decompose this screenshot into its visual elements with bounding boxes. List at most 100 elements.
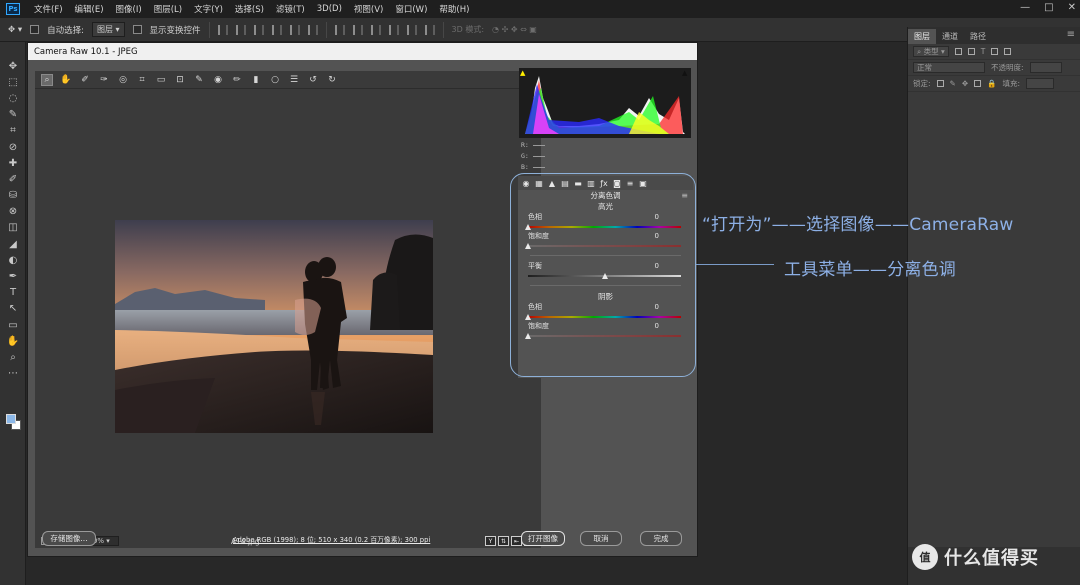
lock-position-icon[interactable]: ✥ bbox=[962, 79, 968, 88]
adjustment-brush-icon[interactable]: ✏ bbox=[231, 74, 243, 86]
distribute-right-icon[interactable] bbox=[424, 24, 435, 35]
eraser-tool-icon[interactable]: ◫ bbox=[0, 220, 26, 236]
white-balance-tool-icon[interactable]: ✐ bbox=[79, 74, 91, 86]
hand-tool-icon[interactable]: ✋ bbox=[60, 74, 72, 86]
red-eye-tool-icon[interactable]: ◉ bbox=[212, 74, 224, 86]
distribute-middle-icon[interactable] bbox=[352, 24, 363, 35]
show-transform-checkbox[interactable] bbox=[132, 25, 142, 34]
preferences-icon[interactable]: ☰ bbox=[288, 74, 300, 86]
shape-filter-icon[interactable] bbox=[991, 48, 999, 55]
close-button[interactable]: ✕ bbox=[1068, 2, 1076, 13]
menu-view[interactable]: 视图(V) bbox=[348, 3, 389, 15]
blend-mode-dropdown[interactable]: 正常 bbox=[913, 62, 985, 73]
targeted-adjustment-tool-icon[interactable]: ◎ bbox=[117, 74, 129, 86]
zoom-tool-icon[interactable]: ⌕ bbox=[0, 349, 26, 365]
clone-stamp-tool-icon[interactable]: ⛁ bbox=[0, 188, 26, 204]
spot-removal-tool-icon[interactable]: ✎ bbox=[193, 74, 205, 86]
menu-image[interactable]: 图像(I) bbox=[110, 3, 148, 15]
healing-brush-tool-icon[interactable]: ✚ bbox=[0, 155, 26, 171]
workflow-options-link[interactable]: Adobe RGB (1998); 8 位; 510 x 340 (0.2 百万… bbox=[233, 534, 430, 544]
menu-filter[interactable]: 滤镜(T) bbox=[270, 3, 311, 15]
eyedropper-tool-icon[interactable]: ⊘ bbox=[0, 139, 26, 155]
align-middle-icon[interactable] bbox=[289, 24, 300, 35]
align-right-icon[interactable] bbox=[253, 24, 264, 35]
type-filter-icon[interactable]: T bbox=[981, 47, 986, 56]
auto-select-checkbox[interactable] bbox=[30, 25, 40, 34]
maximize-button[interactable]: □ bbox=[1044, 2, 1053, 13]
lock-pixels-icon[interactable] bbox=[936, 80, 944, 87]
align-top-icon[interactable] bbox=[271, 24, 282, 35]
graduated-filter-icon[interactable]: ▮ bbox=[250, 74, 262, 86]
minimize-button[interactable]: — bbox=[1020, 2, 1030, 13]
3d-mode-icons[interactable]: ◔ ✣ ✥ ⇔ ▣ bbox=[492, 25, 537, 34]
dodge-tool-icon[interactable]: ◐ bbox=[0, 252, 26, 268]
open-image-button[interactable]: 打开图像 bbox=[521, 531, 565, 546]
transform-tool-icon[interactable]: ⊡ bbox=[174, 74, 186, 86]
move-tool-icon[interactable]: ✥ ▾ bbox=[8, 25, 22, 35]
distribute-left-icon[interactable] bbox=[388, 24, 399, 35]
path-select-tool-icon[interactable]: ↖ bbox=[0, 301, 26, 317]
more-tools-icon[interactable]: ⋯ bbox=[0, 366, 26, 382]
crop-tool-icon[interactable]: ⌗ bbox=[0, 123, 26, 139]
rectangle-tool-icon[interactable]: ▭ bbox=[0, 317, 26, 333]
swap-settings-icon[interactable]: ⇅ bbox=[498, 536, 509, 546]
distribute-center-icon[interactable] bbox=[406, 24, 417, 35]
tab-channels[interactable]: 通道 bbox=[936, 29, 964, 44]
type-tool-icon[interactable]: T bbox=[0, 285, 26, 301]
cancel-button[interactable]: 取消 bbox=[580, 531, 622, 546]
menu-layer[interactable]: 图层(L) bbox=[148, 3, 188, 15]
opacity-input[interactable] bbox=[1029, 62, 1062, 73]
fill-label: 填充: bbox=[1002, 79, 1020, 88]
menu-window[interactable]: 窗口(W) bbox=[389, 3, 433, 15]
menu-help[interactable]: 帮助(H) bbox=[433, 3, 475, 15]
b-value bbox=[532, 162, 545, 168]
history-brush-tool-icon[interactable]: ⊗ bbox=[0, 204, 26, 220]
menu-bar: Ps 文件(F) 编辑(E) 图像(I) 图层(L) 文字(Y) 选择(S) 滤… bbox=[0, 0, 1080, 18]
menu-3d[interactable]: 3D(D) bbox=[311, 4, 348, 14]
gradient-tool-icon[interactable]: ◢ bbox=[0, 236, 26, 252]
tools-panel: ✥ ⬚ ◌ ✎ ⌗ ⊘ ✚ ✐ ⛁ ⊗ ◫ ◢ ◐ ✒ T ↖ ▭ ✋ ⌕ ⋯ bbox=[0, 42, 26, 585]
color-sampler-tool-icon[interactable]: ✑ bbox=[98, 74, 110, 86]
hand-tool-icon[interactable]: ✋ bbox=[0, 333, 26, 349]
radial-filter-icon[interactable]: ○ bbox=[269, 74, 281, 86]
rotate-left-icon[interactable]: ↺ bbox=[307, 74, 319, 86]
lock-all-icon[interactable]: 🔒 bbox=[987, 79, 996, 88]
lock-artboard-icon[interactable] bbox=[974, 80, 982, 87]
menu-select[interactable]: 选择(S) bbox=[229, 3, 270, 15]
separator bbox=[442, 21, 444, 38]
adjustment-filter-icon[interactable] bbox=[967, 48, 975, 55]
distribute-top-icon[interactable] bbox=[334, 24, 345, 35]
align-left-icon[interactable] bbox=[217, 24, 228, 35]
menu-type[interactable]: 文字(Y) bbox=[188, 3, 229, 15]
rotate-right-icon[interactable]: ↻ bbox=[326, 74, 338, 86]
align-bottom-icon[interactable] bbox=[307, 24, 318, 35]
panel-menu-icon[interactable]: ≡ bbox=[1067, 29, 1075, 40]
auto-select-dropdown[interactable]: 图层 ▾ bbox=[91, 22, 125, 37]
crop-tool-icon[interactable]: ⌗ bbox=[136, 74, 148, 86]
pixel-filter-icon[interactable] bbox=[954, 48, 962, 55]
done-button[interactable]: 完成 bbox=[640, 531, 682, 546]
zoom-tool-icon[interactable]: ⌕ bbox=[41, 73, 53, 86]
distribute-bottom-icon[interactable] bbox=[370, 24, 381, 35]
menu-edit[interactable]: 编辑(E) bbox=[69, 3, 110, 15]
lock-paint-icon[interactable]: ✎ bbox=[950, 79, 956, 88]
kind-filter-dropdown[interactable]: ⌕ 类型 ▾ bbox=[913, 46, 949, 57]
shadow-clip-warning-icon[interactable]: ▲ bbox=[520, 69, 525, 77]
align-center-icon[interactable] bbox=[235, 24, 246, 35]
pen-tool-icon[interactable]: ✒ bbox=[0, 268, 26, 284]
brush-tool-icon[interactable]: ✐ bbox=[0, 171, 26, 187]
foreground-color-swatch[interactable] bbox=[6, 414, 16, 424]
save-image-button[interactable]: 存储图像... bbox=[42, 531, 96, 546]
tab-layers[interactable]: 图层 bbox=[908, 29, 936, 44]
marquee-tool-icon[interactable]: ⬚ bbox=[0, 74, 26, 90]
straighten-tool-icon[interactable]: ▭ bbox=[155, 74, 167, 86]
lasso-tool-icon[interactable]: ◌ bbox=[0, 90, 26, 106]
quick-select-tool-icon[interactable]: ✎ bbox=[0, 107, 26, 123]
before-after-icon[interactable]: Y bbox=[485, 536, 496, 546]
tab-paths[interactable]: 路径 bbox=[964, 29, 992, 44]
highlight-clip-warning-icon[interactable]: ▲ bbox=[682, 69, 687, 77]
menu-file[interactable]: 文件(F) bbox=[28, 3, 69, 15]
move-tool-icon[interactable]: ✥ bbox=[0, 58, 26, 74]
fill-input[interactable] bbox=[1026, 78, 1054, 89]
smart-object-filter-icon[interactable] bbox=[1004, 48, 1012, 55]
